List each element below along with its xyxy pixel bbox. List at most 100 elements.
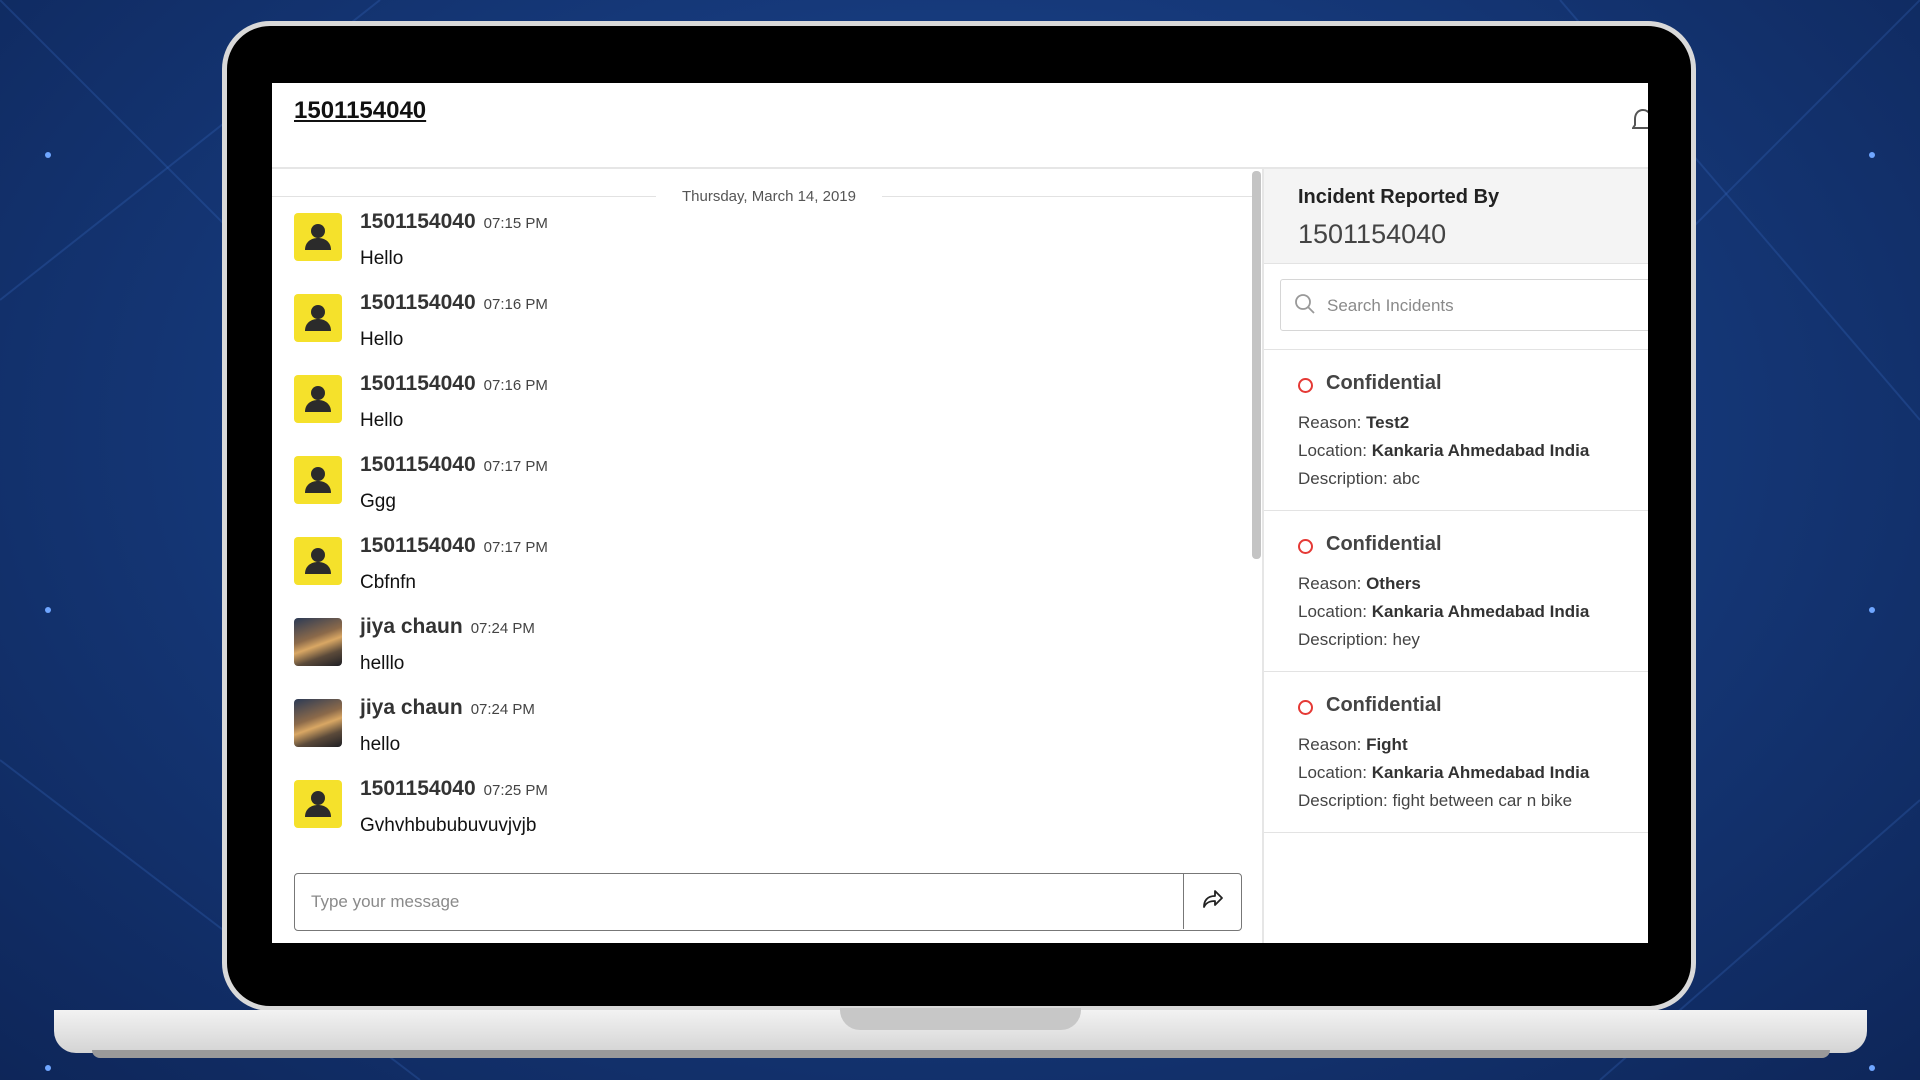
date-separator-label: Thursday, March 14, 2019 <box>682 188 856 205</box>
page-title[interactable]: 1501154040 <box>294 97 426 125</box>
message-time: 07:24 PM <box>470 620 535 637</box>
message-sender: 1501154040 07:16 PM <box>360 372 548 396</box>
user-icon <box>305 467 331 493</box>
avatar[interactable] <box>294 780 342 828</box>
incident-location: Location: Kankaria Ahmedabad India <box>1298 602 1589 622</box>
reason-label: Reason: <box>1298 574 1362 593</box>
sender-name: 1501154040 <box>360 777 476 800</box>
bell-icon[interactable] <box>1631 107 1648 140</box>
message-time: 07:16 PM <box>483 296 548 313</box>
app-screen: 1501154040 Thursday, March 14, 2019 1501… <box>272 83 1648 943</box>
message-item: jiya chaun 07:24 PM hello <box>294 696 1194 766</box>
incident-reason: Reason: Test2 <box>1298 413 1409 433</box>
sender-name: 1501154040 <box>360 372 476 395</box>
message-sender: jiya chaun 07:24 PM <box>360 615 535 639</box>
message-item: 1501154040 07:17 PM Cbfnfn <box>294 534 1194 604</box>
incident-location: Location: Kankaria Ahmedabad India <box>1298 763 1589 783</box>
top-bar: 1501154040 <box>272 83 1648 169</box>
message-text: Cbfnfn <box>360 572 416 593</box>
message-sender: 1501154040 07:25 PM <box>360 777 548 801</box>
message-item: 1501154040 07:17 PM Ggg <box>294 453 1194 523</box>
reason-label: Reason: <box>1298 413 1362 432</box>
location-value: Kankaria Ahmedabad India <box>1371 441 1590 460</box>
sender-name: 1501154040 <box>360 210 476 233</box>
description-label: Description: <box>1298 630 1388 649</box>
status-ring-icon <box>1298 700 1313 715</box>
reason-label: Reason: <box>1298 735 1362 754</box>
search-input[interactable] <box>1325 280 1648 332</box>
message-item: 1501154040 07:15 PM Hello <box>294 210 1194 280</box>
user-icon <box>305 791 331 817</box>
incident-card[interactable]: Confidential Reason: Others Location: Kank… <box>1264 511 1648 672</box>
reporter-label: Incident Reported By <box>1298 186 1500 208</box>
message-item: 1501154040 07:16 PM Hello <box>294 291 1194 361</box>
incident-description: Description: abc <box>1298 469 1420 489</box>
message-time: 07:17 PM <box>483 458 548 475</box>
message-text: hello <box>360 734 401 755</box>
chat-panel: Thursday, March 14, 2019 1501154040 07:15… <box>272 169 1262 943</box>
sender-name: 1501154040 <box>360 453 476 476</box>
avatar[interactable] <box>294 294 342 342</box>
message-time: 07:24 PM <box>470 701 535 718</box>
location-label: Location: <box>1298 602 1367 621</box>
incident-title: Confidential <box>1326 694 1442 716</box>
incident-description: Description: fight between car n bike <box>1298 791 1572 811</box>
incident-reason: Reason: Fight <box>1298 735 1408 755</box>
avatar[interactable] <box>294 213 342 261</box>
incident-description: Description: hey <box>1298 630 1420 650</box>
message-text: helllo <box>360 653 405 674</box>
reason-value: Test2 <box>1366 413 1410 432</box>
message-text: Hello <box>360 410 404 431</box>
message-sender: jiya chaun 07:24 PM <box>360 696 535 720</box>
message-time: 07:25 PM <box>483 782 548 799</box>
incident-card[interactable]: Confidential Reason: Test2 Location: Kanka… <box>1264 350 1648 511</box>
sender-name: jiya chaun <box>360 615 463 638</box>
description-value: abc <box>1392 469 1420 488</box>
location-label: Location: <box>1298 763 1367 782</box>
incident-location: Location: Kankaria Ahmedabad India <box>1298 441 1589 461</box>
search-icon <box>1293 292 1317 321</box>
avatar[interactable] <box>294 699 342 747</box>
avatar[interactable] <box>294 456 342 504</box>
share-arrow-icon <box>1202 889 1224 914</box>
reason-value: Others <box>1366 574 1421 593</box>
date-separator: Thursday, March 14, 2019 <box>272 186 1252 206</box>
reason-value: Fight <box>1366 735 1408 754</box>
message-sender: 1501154040 07:16 PM <box>360 291 548 315</box>
message-time: 07:15 PM <box>483 215 548 232</box>
reporter-value: 1501154040 <box>1298 219 1447 249</box>
message-time: 07:17 PM <box>483 539 548 556</box>
laptop-notch <box>840 1008 1081 1030</box>
description-label: Description: <box>1298 469 1388 488</box>
avatar[interactable] <box>294 537 342 585</box>
message-input[interactable] <box>295 874 1179 929</box>
user-icon <box>305 548 331 574</box>
message-text: Gvhvhbububuvuvjvjb <box>360 815 537 836</box>
avatar[interactable] <box>294 618 342 666</box>
incident-card[interactable]: Confidential Reason: Fight Location: Kanka… <box>1264 672 1648 833</box>
avatar[interactable] <box>294 375 342 423</box>
user-icon <box>305 224 331 250</box>
send-button[interactable] <box>1183 874 1241 929</box>
sender-name: 1501154040 <box>360 291 476 314</box>
message-composer <box>294 873 1242 931</box>
user-icon <box>305 386 331 412</box>
incident-search <box>1280 279 1648 332</box>
status-ring-icon <box>1298 378 1313 393</box>
user-icon <box>305 305 331 331</box>
reporter-header: Incident Reported By 1501154040 <box>1264 169 1648 264</box>
message-item: 1501154040 07:16 PM Hello <box>294 372 1194 442</box>
incident-title: Confidential <box>1326 372 1442 394</box>
description-value: fight between car n bike <box>1392 791 1573 810</box>
message-item: jiya chaun 07:24 PM helllo <box>294 615 1194 685</box>
message-time: 07:16 PM <box>483 377 548 394</box>
chat-scrollbar[interactable] <box>1252 171 1261 559</box>
message-item: 1501154040 07:25 PM Gvhvhbububuvuvjvjb <box>294 777 1194 847</box>
message-sender: 1501154040 07:17 PM <box>360 453 548 477</box>
location-label: Location: <box>1298 441 1367 460</box>
description-value: hey <box>1392 630 1420 649</box>
message-sender: 1501154040 07:15 PM <box>360 210 548 234</box>
incident-reason: Reason: Others <box>1298 574 1421 594</box>
location-value: Kankaria Ahmedabad India <box>1371 602 1590 621</box>
sender-name: 1501154040 <box>360 534 476 557</box>
